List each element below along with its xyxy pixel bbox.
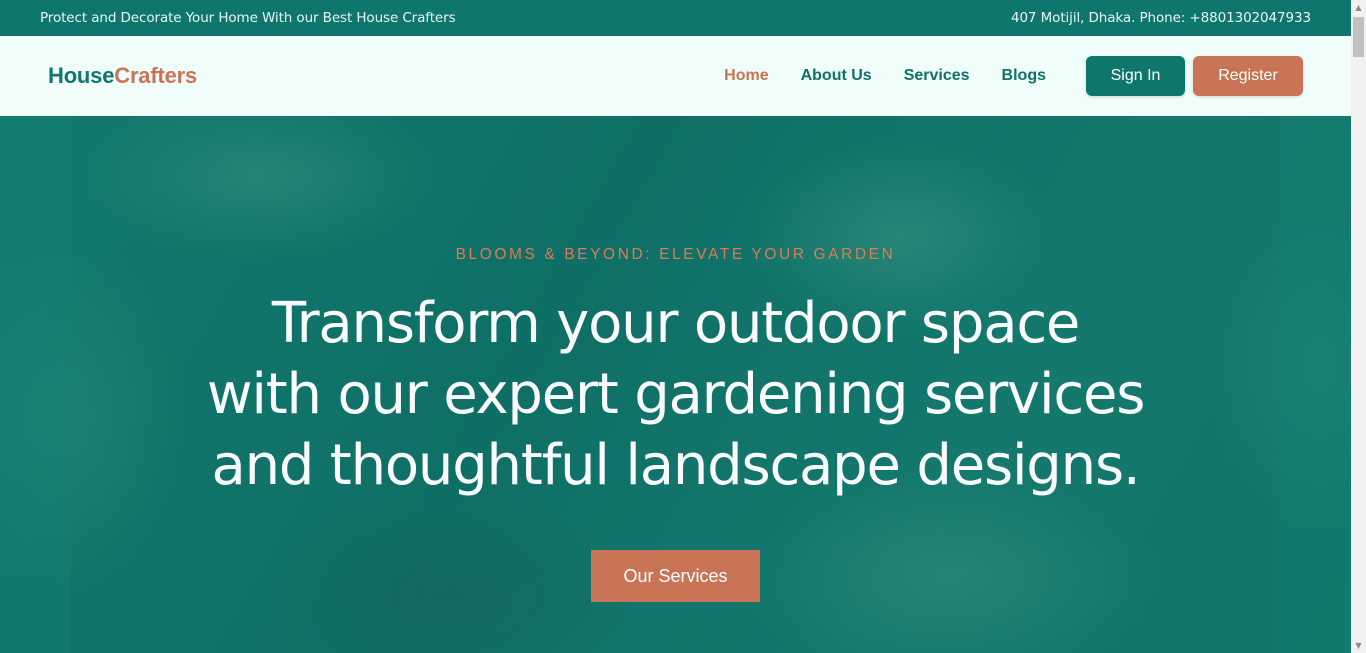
scrollbar-thumb[interactable] (1353, 17, 1364, 57)
register-button[interactable]: Register (1193, 56, 1303, 96)
headline-line: with our expert gardening services (206, 362, 1146, 427)
nav-link-services[interactable]: Services (904, 67, 970, 85)
nav-links: Home About Us Services Blogs (692, 67, 1046, 85)
headline-line: and thoughtful landscape designs. (211, 433, 1140, 498)
nav-right: Home About Us Services Blogs Sign In Reg… (692, 56, 1303, 96)
nav-link-blogs[interactable]: Blogs (1002, 67, 1046, 85)
hero-headline: Transform your outdoor space with our ex… (0, 288, 1351, 501)
nav-link-home[interactable]: Home (724, 67, 768, 85)
scroll-down-arrow-icon[interactable]: ▼ (1351, 638, 1366, 653)
navbar: HouseCrafters Home About Us Services Blo… (0, 36, 1351, 116)
vertical-scrollbar[interactable]: ▲ ▼ (1351, 0, 1366, 653)
scroll-up-arrow-icon[interactable]: ▲ (1351, 0, 1366, 15)
contact-info: 407 Motijil, Dhaka. Phone: +880130204793… (1010, 10, 1311, 26)
our-services-button[interactable]: Our Services (591, 550, 760, 602)
top-info-bar: Protect and Decorate Your Home With our … (0, 0, 1351, 36)
headline-line: Transform your outdoor space (271, 291, 1081, 356)
nav-link-about-us[interactable]: About Us (801, 67, 872, 85)
logo-part-house: House (48, 63, 115, 88)
logo[interactable]: HouseCrafters (48, 63, 197, 89)
page: Protect and Decorate Your Home With our … (0, 0, 1351, 653)
hero-eyebrow: BLOOMS & BEYOND: ELEVATE YOUR GARDEN (455, 246, 896, 263)
tagline: Protect and Decorate Your Home With our … (40, 10, 456, 26)
logo-part-crafters: Crafters (114, 63, 198, 88)
hero-section: BLOOMS & BEYOND: ELEVATE YOUR GARDEN Tra… (0, 116, 1351, 653)
sign-in-button[interactable]: Sign In (1086, 56, 1185, 96)
